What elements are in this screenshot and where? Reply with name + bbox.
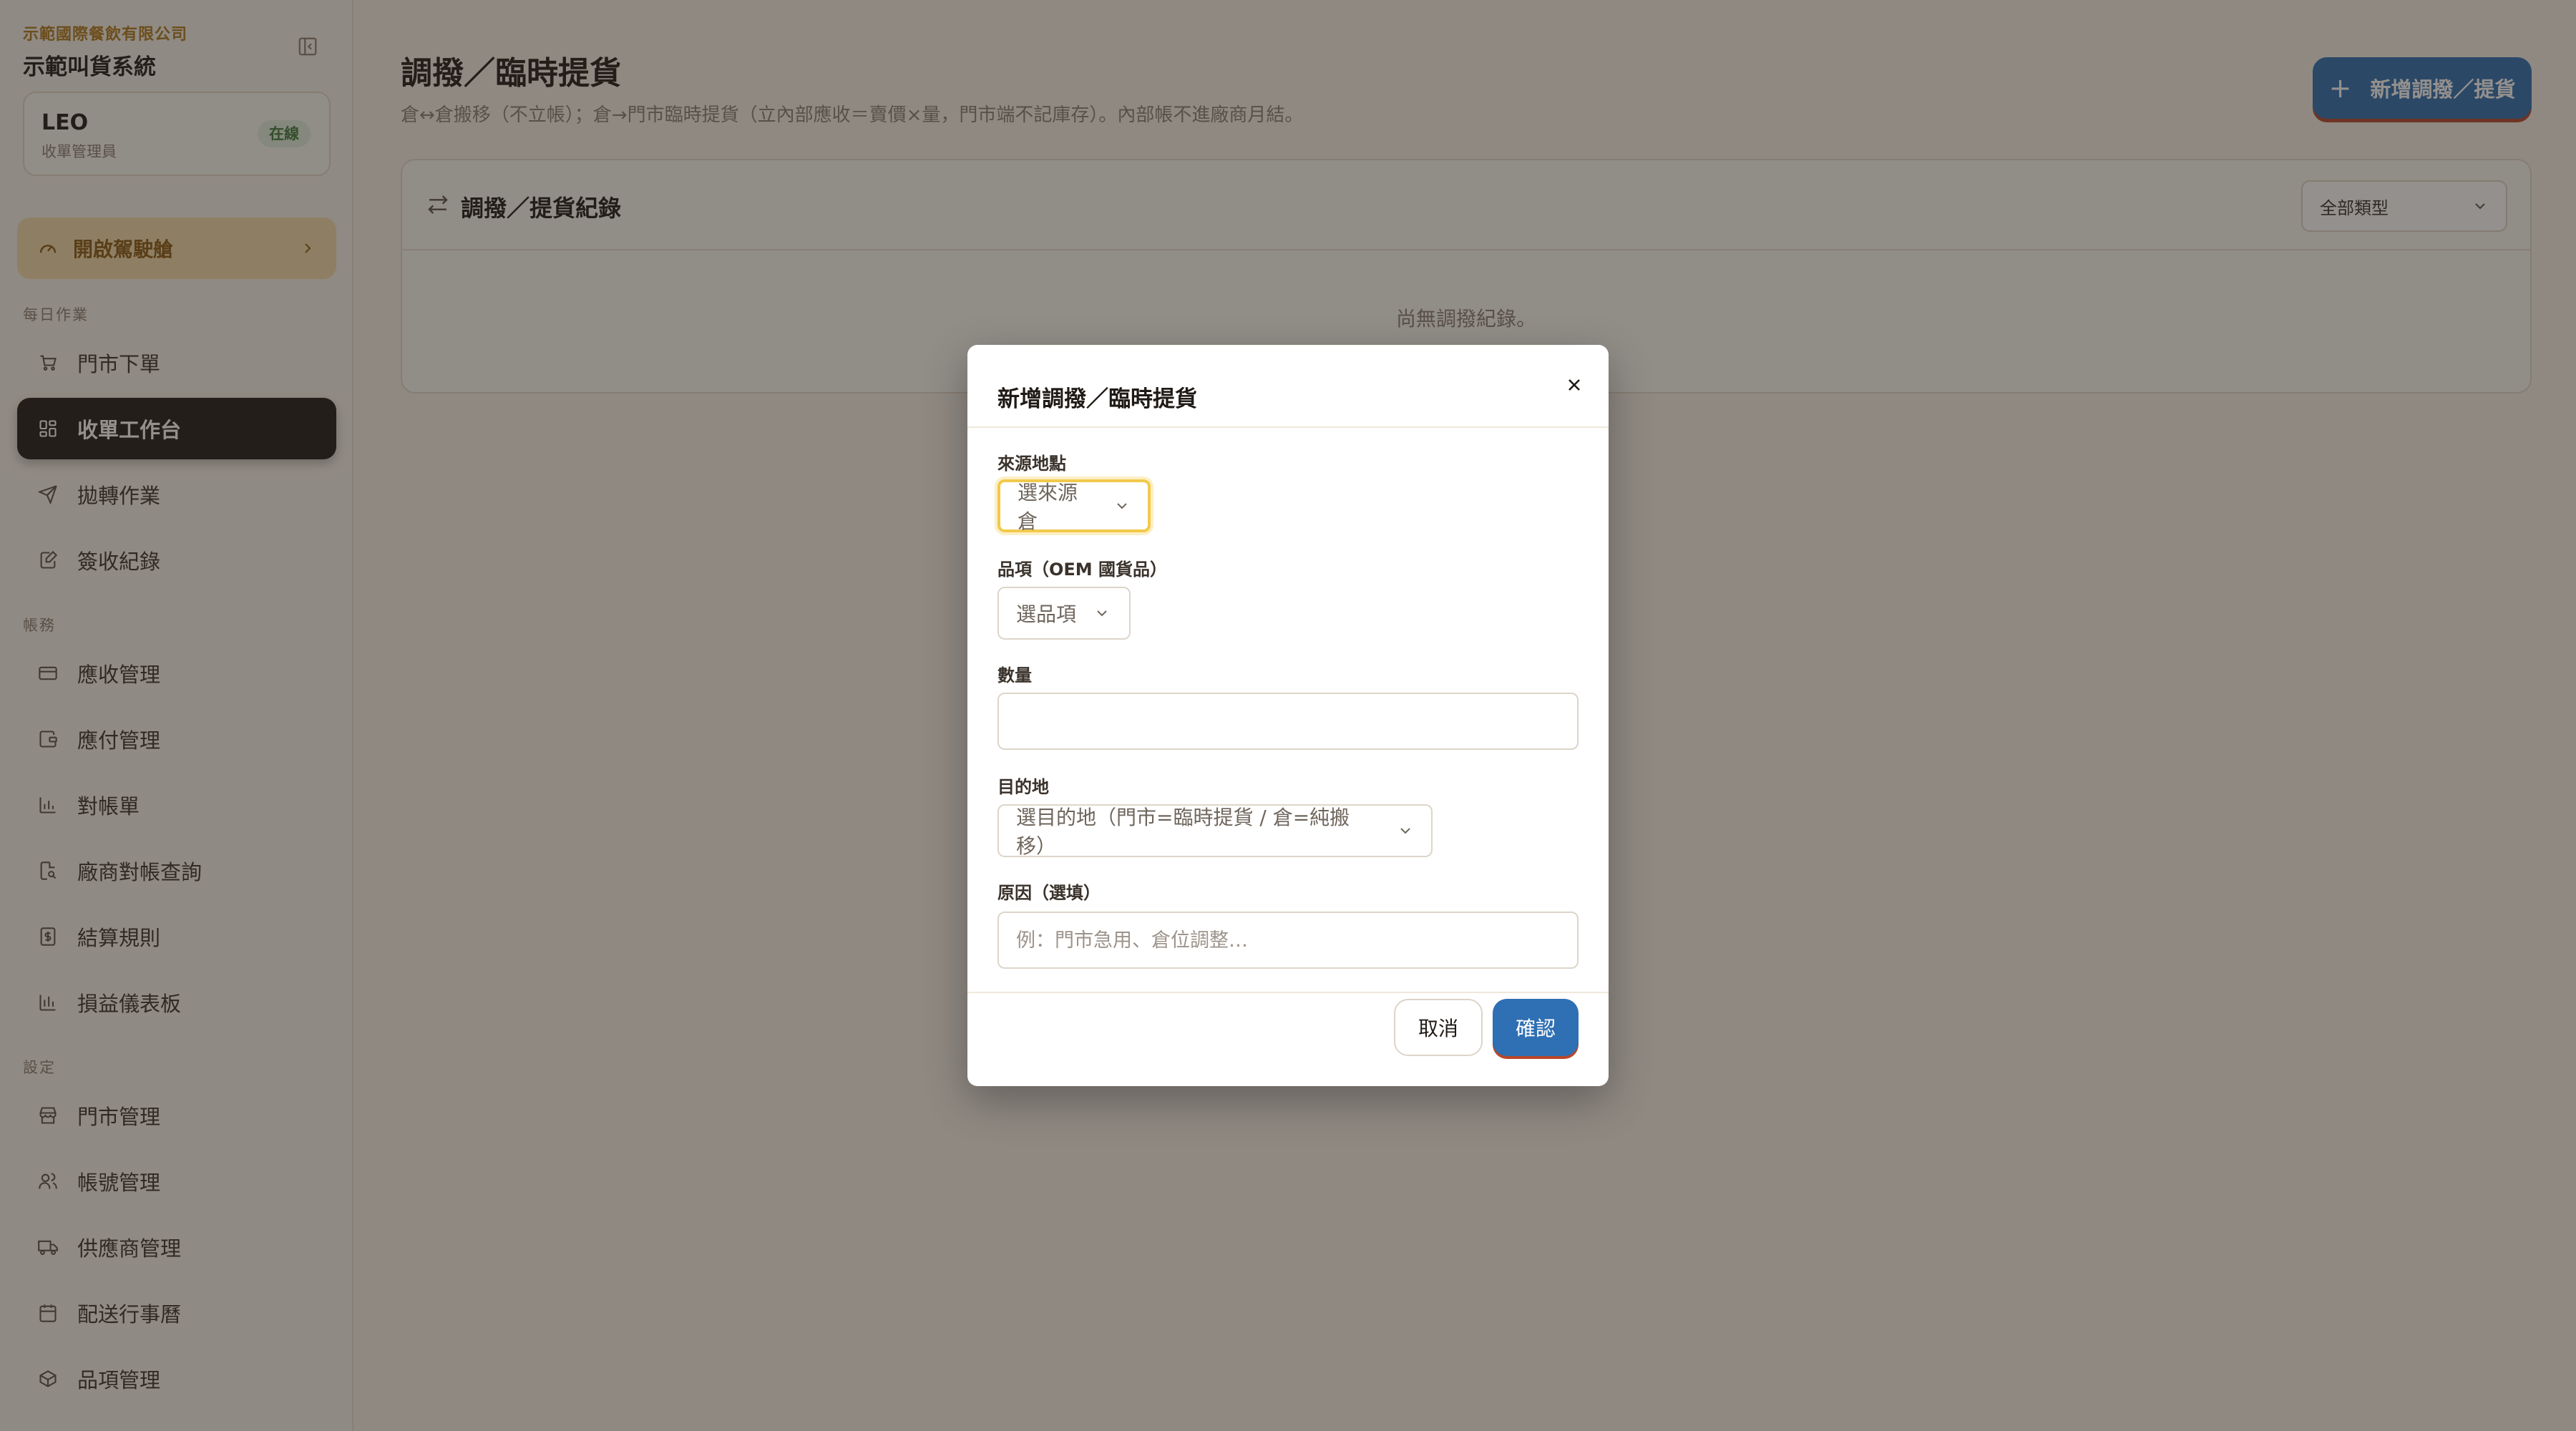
destination-placeholder: 選目的地（門市=臨時提貨 / 倉=純搬移） xyxy=(1016,806,1350,858)
destination-label: 目的地 xyxy=(997,777,1049,797)
source-placeholder: 選來源倉 xyxy=(1018,481,1078,533)
new-transfer-modal: 新增調撥／臨時提貨 來源地點 選來源倉 品項（OEM 國貨品） 選品項 數量 目… xyxy=(967,345,1609,1086)
modal-title: 新增調撥／臨時提貨 xyxy=(997,386,1197,412)
close-icon xyxy=(1568,379,1580,391)
cancel-button[interactable]: 取消 xyxy=(1394,999,1483,1056)
reason-input[interactable] xyxy=(997,912,1579,969)
reason-label: 原因（選填） xyxy=(997,883,1101,903)
quantity-label: 數量 xyxy=(997,665,1032,685)
modal-header-divider xyxy=(967,426,1609,428)
confirm-button[interactable]: 確認 xyxy=(1493,999,1579,1056)
destination-select[interactable]: 選目的地（門市=臨時提貨 / 倉=純搬移） xyxy=(997,804,1433,858)
modal-close-button[interactable] xyxy=(1554,365,1594,405)
source-label: 來源地點 xyxy=(997,454,1066,474)
chevron-down-icon xyxy=(1117,503,1127,509)
source-select[interactable]: 選來源倉 xyxy=(997,479,1151,533)
item-label: 品項（OEM 國貨品） xyxy=(997,560,1168,580)
modal-footer-divider xyxy=(967,992,1609,993)
chevron-down-icon xyxy=(1400,828,1410,834)
item-placeholder: 選品項 xyxy=(1016,602,1077,626)
quantity-input[interactable] xyxy=(997,693,1579,750)
chevron-down-icon xyxy=(1097,610,1107,617)
item-select[interactable]: 選品項 xyxy=(997,587,1131,640)
